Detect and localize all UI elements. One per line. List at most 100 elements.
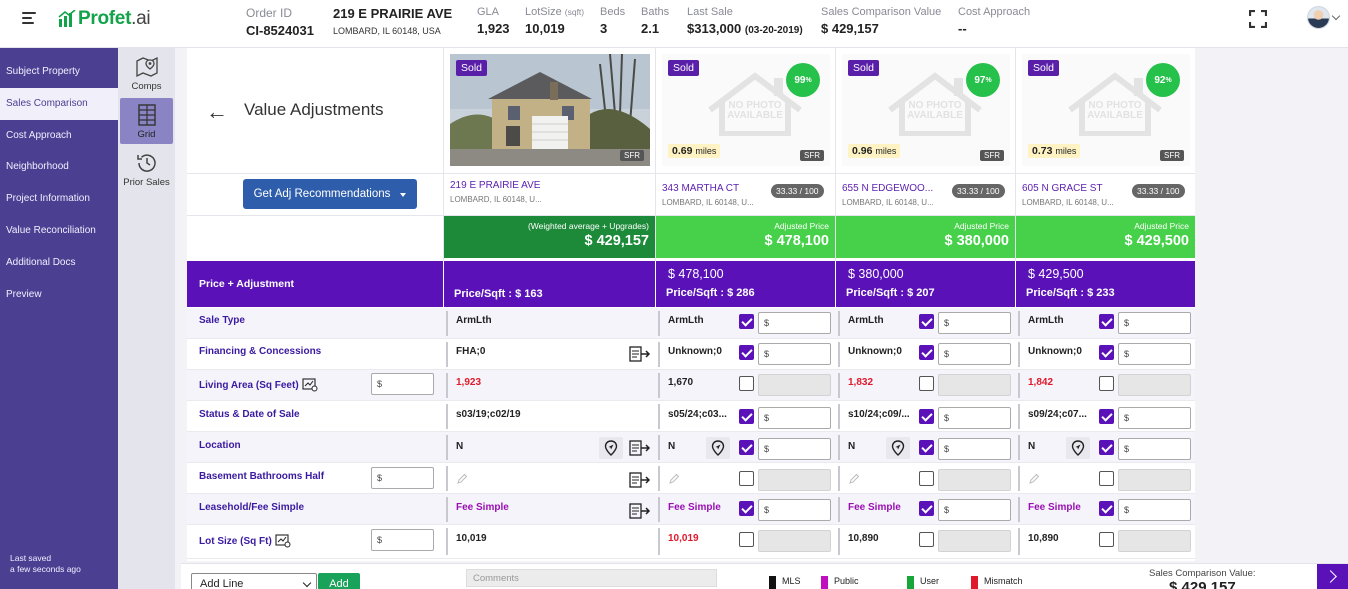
comp-3-lot-size-checkbox[interactable] <box>1099 532 1114 547</box>
location-pin-icon <box>711 440 725 456</box>
comp-2-sale-type-adjustment[interactable]: $ <box>938 312 1011 334</box>
copy-to-comps-icon[interactable] <box>629 472 651 488</box>
sidebar-item-neighborhood[interactable]: Neighborhood <box>0 151 118 183</box>
comp-3-status-date-adjustment[interactable]: $ <box>1118 407 1191 429</box>
comp-3-leasehold-checkbox[interactable] <box>1099 501 1114 516</box>
comp-1-sale-type-adjustment[interactable]: $ <box>758 312 831 334</box>
get-adj-recommendations-button[interactable]: Get Adj Recommendations <box>243 179 417 209</box>
comp-1-status-date-adjustment[interactable]: $ <box>758 407 831 429</box>
comp-1-leasehold-adjustment[interactable]: $ <box>758 499 831 521</box>
comp-1-financing-checkbox[interactable] <box>739 345 754 360</box>
comp-3-leasehold-adjustment[interactable]: $ <box>1118 499 1191 521</box>
user-avatar[interactable] <box>1307 6 1330 29</box>
next-page-button[interactable] <box>1317 564 1348 589</box>
sidebar-item-value-reconciliation[interactable]: Value Reconciliation <box>0 215 118 247</box>
living-area-rate-input[interactable]: $ <box>371 373 434 395</box>
rail-item-grid[interactable]: Grid <box>120 98 173 144</box>
cost-approach-block: Cost Approach -- <box>958 6 1030 36</box>
comp-1-lot-size: 10,019 <box>668 533 699 544</box>
comp-2-leasehold-adjustment[interactable]: $ <box>938 499 1011 521</box>
comp-1-status-date-checkbox[interactable] <box>739 409 754 424</box>
subject-location-pin-button[interactable] <box>599 437 623 459</box>
comp-3-living-area-checkbox[interactable] <box>1099 376 1114 391</box>
comp-3-location-pin-button[interactable] <box>1066 437 1090 459</box>
comp-2-financing-adjustment[interactable]: $ <box>938 343 1011 365</box>
comp-3-status-date-checkbox[interactable] <box>1099 409 1114 424</box>
comp-2-financing-checkbox[interactable] <box>919 345 934 360</box>
comp-3-financing-adjustment[interactable]: $ <box>1118 343 1191 365</box>
comp-1-living-area-checkbox[interactable] <box>739 376 754 391</box>
comp-2-leasehold-checkbox[interactable] <box>919 501 934 516</box>
comments-input[interactable]: Comments <box>466 569 717 587</box>
comp-1-location-pin-button[interactable] <box>706 437 730 459</box>
subject-photo[interactable]: Sold SFR <box>450 54 650 166</box>
copy-to-comps-icon[interactable] <box>629 346 651 362</box>
add-button[interactable]: Add <box>318 573 360 589</box>
fullscreen-icon[interactable] <box>1249 10 1267 28</box>
sidebar-item-cost-approach[interactable]: Cost Approach <box>0 120 118 152</box>
comp-3-sale-type-checkbox[interactable] <box>1099 314 1114 329</box>
rail-item-comps[interactable]: Comps <box>120 50 173 96</box>
lot-size-rate-input[interactable]: $ <box>371 529 434 551</box>
sidebar-item-project-information[interactable]: Project Information <box>0 183 118 215</box>
comp-1-sale-type-checkbox[interactable] <box>739 314 754 329</box>
comp-2-address[interactable]: 655 N EDGEWOO... LOMBARD, IL 60148, U... <box>842 183 934 207</box>
comp-2-basement-baths-adjustment <box>938 469 1011 491</box>
comp-2-status-date-adjustment[interactable]: $ <box>938 407 1011 429</box>
comp-1-location: N <box>668 441 676 452</box>
subject-lot-size: 10,019 <box>456 533 487 544</box>
chevron-down-icon[interactable] <box>1331 11 1341 21</box>
sidebar-item-preview[interactable]: Preview <box>0 279 118 311</box>
subject-leasehold: Fee Simple <box>456 502 509 513</box>
chart-settings-icon[interactable] <box>275 534 291 548</box>
comp-2-photo[interactable]: NO PHOTO AVAILABLE Sold 97% 0.96 miles SF… <box>842 54 1010 166</box>
comp-1-leasehold-checkbox[interactable] <box>739 501 754 516</box>
copy-to-comps-icon[interactable] <box>629 440 651 456</box>
comp-1-address[interactable]: 343 MARTHA CT LOMBARD, IL 60148, U... <box>662 183 754 207</box>
comp-1-lot-size-checkbox[interactable] <box>739 532 754 547</box>
app-logo[interactable]: Profet.ai <box>58 8 151 30</box>
add-line-select[interactable]: Add Line <box>191 573 317 589</box>
row-label-basement-baths: Basement Bathrooms Half <box>199 471 325 482</box>
comp-2-living-area-checkbox[interactable] <box>919 376 934 391</box>
copy-to-comps-icon[interactable] <box>629 503 651 519</box>
chart-settings-icon[interactable] <box>302 378 318 392</box>
pencil-icon[interactable] <box>668 473 680 485</box>
comp-2-leasehold: Fee Simple <box>848 502 901 513</box>
comp-1-location-checkbox[interactable] <box>739 440 754 455</box>
comp-3-location-adjustment[interactable]: $ <box>1118 438 1191 460</box>
comp-1-financing-adjustment[interactable]: $ <box>758 343 831 365</box>
rail-item-prior-sales[interactable]: Prior Sales <box>120 146 173 192</box>
basement-baths-rate-input[interactable]: $ <box>371 467 434 489</box>
comp-3-basement-baths-checkbox[interactable] <box>1099 471 1114 486</box>
menu-icon[interactable] <box>22 12 36 26</box>
comp-3-photo[interactable]: NO PHOTO AVAILABLE Sold 92% 0.73 miles SF… <box>1022 54 1190 166</box>
comp-2-location-pin-button[interactable] <box>886 437 910 459</box>
comp-2-location-checkbox[interactable] <box>919 440 934 455</box>
sidebar-item-sales-comparison[interactable]: Sales Comparison <box>0 87 118 120</box>
comp-2-sale-type-checkbox[interactable] <box>919 314 934 329</box>
location-pin-icon <box>891 440 905 456</box>
comp-2-lot-size-checkbox[interactable] <box>919 532 934 547</box>
comp-1-photo[interactable]: NO PHOTO AVAILABLE Sold 99% 0.69 miles SF… <box>662 54 830 166</box>
comp-2-score-badge: 33.33 / 100 <box>952 184 1005 198</box>
comp-2-living-area-adjustment <box>938 374 1011 396</box>
comp-3-address[interactable]: 605 N GRACE ST LOMBARD, IL 60148, U... <box>1022 183 1114 207</box>
comp-2-location-adjustment[interactable]: $ <box>938 438 1011 460</box>
comp-1-location-adjustment[interactable]: $ <box>758 438 831 460</box>
left-sidebar: Subject Property Sales Comparison Cost A… <box>0 48 118 589</box>
sidebar-item-additional-docs[interactable]: Additional Docs <box>0 247 118 279</box>
legend-user: User <box>907 576 939 589</box>
comp-3-financing-checkbox[interactable] <box>1099 345 1114 360</box>
comp-2-lot-size-adjustment <box>938 530 1011 552</box>
comp-3-sale-type-adjustment[interactable]: $ <box>1118 312 1191 334</box>
comp-2-basement-baths-checkbox[interactable] <box>919 471 934 486</box>
sidebar-item-subject-property[interactable]: Subject Property <box>0 56 118 88</box>
comp-1-basement-baths-checkbox[interactable] <box>739 471 754 486</box>
pencil-icon[interactable] <box>848 473 860 485</box>
back-arrow-icon[interactable]: ← <box>206 99 228 125</box>
pencil-icon[interactable] <box>1028 473 1040 485</box>
comp-3-location-checkbox[interactable] <box>1099 440 1114 455</box>
pencil-icon[interactable] <box>456 473 468 485</box>
comp-2-status-date-checkbox[interactable] <box>919 409 934 424</box>
